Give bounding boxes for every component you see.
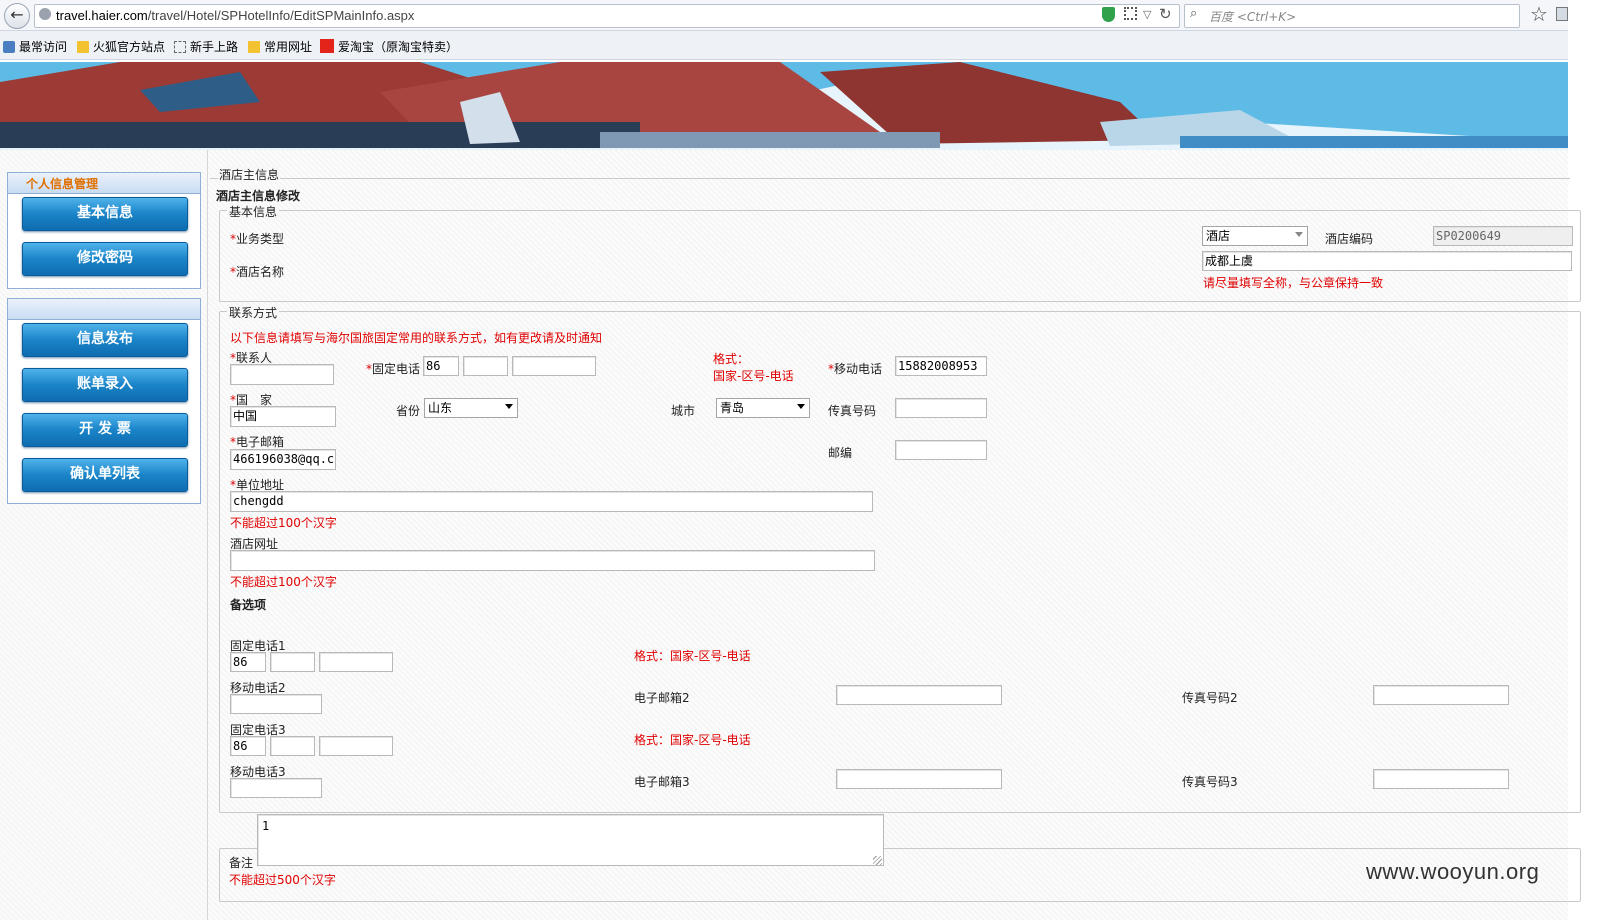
province-label: 省份 <box>396 404 421 418</box>
address-field[interactable]: chengdd <box>230 491 873 512</box>
bookmark-firefox-site[interactable]: 火狐官方站点 <box>77 38 165 55</box>
qrcode-icon[interactable] <box>1124 7 1137 20</box>
hotel-roof-banner-image <box>0 62 1568 150</box>
bill-entry-button[interactable]: 账单录入 <box>22 368 188 402</box>
business-type-select[interactable]: 酒店 <box>1202 226 1308 246</box>
remarks-hint: 不能超过500个汉字 <box>229 873 336 887</box>
fax2-label: 传真号码2 <box>1182 691 1238 705</box>
search-placeholder: 百度 <Ctrl+K> <box>1209 10 1297 24</box>
bookmark-getting-started[interactable]: 新手上路 <box>174 38 238 55</box>
search-icon: ⌕ <box>1190 6 1198 21</box>
fax3-field[interactable] <box>1373 769 1509 789</box>
website-field[interactable] <box>230 550 875 571</box>
optional-heading: 备选项 <box>230 598 267 612</box>
fixed-phone3-country-field[interactable]: 86 <box>230 736 266 756</box>
address-hint: 不能超过100个汉字 <box>230 516 337 530</box>
fax2-field[interactable] <box>1373 685 1509 705</box>
fixed-phone1-number-field[interactable] <box>319 652 393 672</box>
fixed-phone-area-field[interactable] <box>463 356 508 376</box>
hotel-code-label: 酒店编码 <box>1325 232 1374 246</box>
email2-field[interactable] <box>836 685 1002 705</box>
mobile2-field[interactable] <box>230 694 322 714</box>
postcode-label: 邮编 <box>828 446 853 460</box>
fax-label: 传真号码 <box>828 404 877 418</box>
hotel-name-label: *酒店名称 <box>230 265 285 279</box>
folder-icon <box>248 41 260 53</box>
mobile-label: *移动电话 <box>828 362 883 376</box>
fixed-phone3-area-field[interactable] <box>270 736 315 756</box>
fixed-phone-number-field[interactable] <box>512 356 596 376</box>
magnifier-icon <box>3 41 15 53</box>
folder-icon <box>77 41 89 53</box>
remarks-textarea[interactable]: 1 <box>257 814 884 866</box>
resize-handle-icon[interactable] <box>873 856 882 865</box>
change-password-button[interactable]: 修改密码 <box>22 242 188 276</box>
postcode-field[interactable] <box>895 440 987 460</box>
taobao-icon <box>320 39 334 53</box>
chevron-down-icon <box>505 404 513 409</box>
email-field[interactable]: 466196038@qq.cc <box>230 449 336 470</box>
section-title: 酒店主信息 <box>218 166 281 183</box>
bookmark-star-icon[interactable]: ☆ <box>1530 2 1548 26</box>
fixed-phone1-area-field[interactable] <box>270 652 315 672</box>
basic-info-button[interactable]: 基本信息 <box>22 197 188 231</box>
issue-invoice-button[interactable]: 开 发 票 <box>22 413 188 447</box>
website-hint: 不能超过100个汉字 <box>230 575 337 589</box>
globe-icon <box>39 8 51 20</box>
shield-icon[interactable] <box>1102 7 1115 22</box>
reload-icon[interactable]: ↻ <box>1159 5 1172 23</box>
watermark: www.wooyun.org <box>1366 859 1540 884</box>
hotel-code-field[interactable]: SP0200649 <box>1433 226 1573 246</box>
info-publish-button[interactable]: 信息发布 <box>22 323 188 357</box>
header-banner <box>0 62 1568 150</box>
hotel-name-field[interactable]: 成都上虞 <box>1202 251 1572 271</box>
personal-info-panel-title: 个人信息管理 <box>8 173 200 194</box>
fixed-phone-format-value: 国家-区号-电话 <box>713 369 794 383</box>
fixed-phone3-format: 格式：国家-区号-电话 <box>634 733 751 747</box>
email3-label: 电子邮箱3 <box>634 775 690 789</box>
section-divider <box>210 178 1570 179</box>
email2-label: 电子邮箱2 <box>634 691 690 705</box>
fixed-phone1-country-field[interactable]: 86 <box>230 652 266 672</box>
fixed-phone3-number-field[interactable] <box>319 736 393 756</box>
mobile3-field[interactable] <box>230 778 322 798</box>
remarks-label: 备注 <box>229 856 254 870</box>
fax-field[interactable] <box>895 398 987 418</box>
chevron-down-icon <box>1295 232 1303 237</box>
url-text: travel.haier.com/travel/Hotel/SPHotelInf… <box>56 8 415 23</box>
fixed-phone-label: *固定电话 <box>366 362 421 376</box>
fixed-phone-country-field[interactable]: 86 <box>423 356 459 376</box>
arrow-left-icon: ← <box>10 5 24 24</box>
confirmation-list-button[interactable]: 确认单列表 <box>22 458 188 492</box>
page-icon <box>174 41 186 53</box>
city-label: 城市 <box>671 404 696 418</box>
contact-legend: 联系方式 <box>227 304 280 321</box>
bookmark-aitaobao[interactable]: 爱淘宝（原淘宝特卖） <box>320 38 458 55</box>
province-select[interactable]: 山东 <box>424 398 518 418</box>
mobile-field[interactable]: 15882008953 <box>895 356 987 376</box>
country-field[interactable]: 中国 <box>230 406 336 427</box>
contact-notice: 以下信息请填写与海尔国旅固定常用的联系方式，如有更改请及时通知 <box>230 331 603 345</box>
fax3-label: 传真号码3 <box>1182 775 1238 789</box>
bookmark-common-sites[interactable]: 常用网址 <box>248 38 312 55</box>
book-icon[interactable] <box>1556 7 1568 21</box>
back-button[interactable]: ← <box>4 3 30 29</box>
basic-info-legend: 基本信息 <box>227 203 280 220</box>
email3-field[interactable] <box>836 769 1002 789</box>
email-label: *电子邮箱 <box>230 435 285 449</box>
fixed-phone-format-label: 格式： <box>713 352 750 366</box>
operations-panel-title <box>8 299 200 320</box>
chevron-down-icon <box>797 404 805 409</box>
bookmark-most-visited[interactable]: 最常访问 <box>3 38 67 55</box>
contact-person-field[interactable] <box>230 364 334 385</box>
hotel-name-hint: 请尽量填写全称，与公章保持一致 <box>1203 276 1384 290</box>
business-type-label: *业务类型 <box>230 232 285 246</box>
dropdown-arrow-icon[interactable]: ▽ <box>1143 8 1151 21</box>
page-subtitle: 酒店主信息修改 <box>216 189 301 203</box>
city-select[interactable]: 青岛 <box>716 398 810 418</box>
fixed-phone1-format: 格式：国家-区号-电话 <box>634 649 751 663</box>
